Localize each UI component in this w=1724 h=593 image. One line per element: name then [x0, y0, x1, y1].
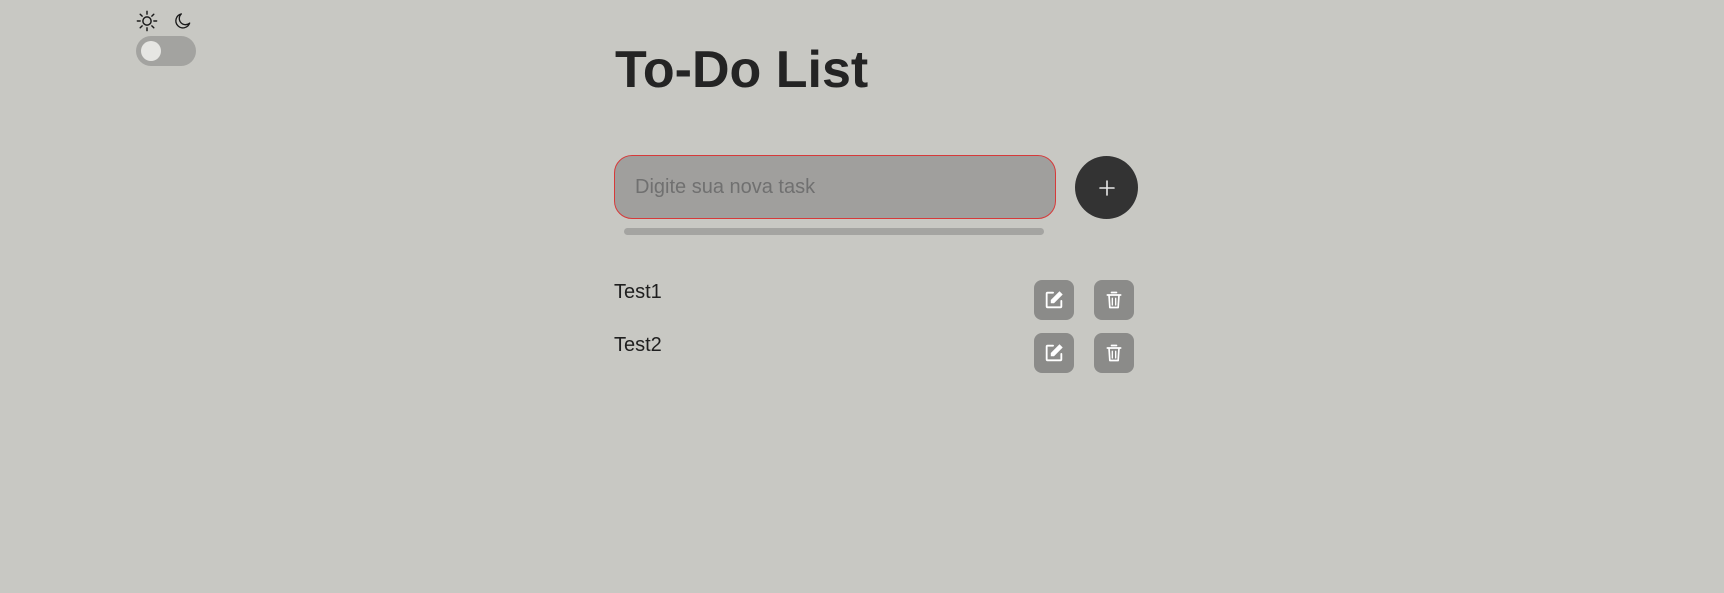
task-label: Test1 — [614, 281, 662, 303]
trash-icon — [1106, 344, 1122, 362]
theme-toggle[interactable] — [136, 36, 196, 66]
trash-icon — [1106, 291, 1122, 309]
theme-icons — [136, 10, 196, 32]
task-item: Test1 — [614, 280, 1144, 322]
task-label: Test2 — [614, 334, 662, 356]
delete-task-button[interactable] — [1094, 333, 1134, 373]
delete-task-button[interactable] — [1094, 280, 1134, 320]
plus-icon — [1098, 179, 1115, 196]
edit-task-button[interactable] — [1034, 280, 1074, 320]
input-underline-bar — [624, 228, 1044, 235]
page-title: To-Do List — [615, 41, 869, 99]
edit-task-button[interactable] — [1034, 333, 1074, 373]
theme-switch — [136, 10, 196, 66]
moon-icon — [175, 13, 191, 29]
toggle-knob[interactable] — [141, 41, 161, 61]
add-task-button[interactable] — [1075, 156, 1138, 219]
task-item: Test2 — [614, 333, 1144, 375]
edit-icon — [1045, 291, 1063, 309]
edit-icon — [1045, 344, 1063, 362]
new-task-input[interactable] — [614, 155, 1056, 219]
sun-icon — [136, 10, 158, 32]
